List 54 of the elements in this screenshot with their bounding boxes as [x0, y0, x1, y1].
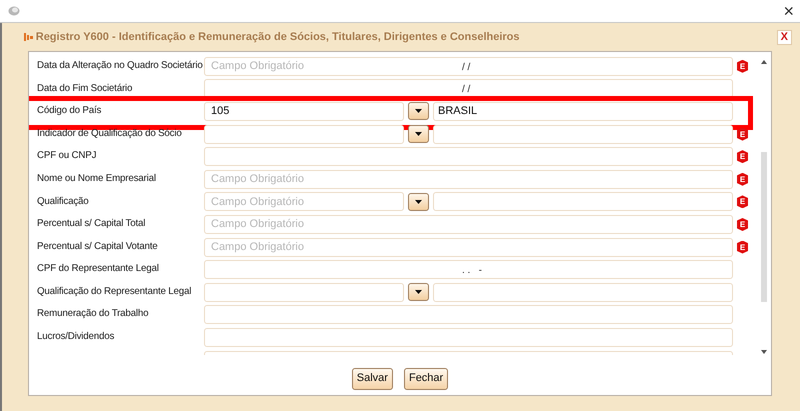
action-button[interactable]: Salvar [352, 368, 393, 390]
error-marker: E [737, 172, 748, 186]
input-field[interactable] [204, 305, 733, 324]
field-label: Data da Alteração no Quadro Societário [37, 58, 204, 73]
error-marker: E [737, 218, 748, 231]
description-field[interactable] [433, 282, 733, 302]
input-field[interactable]: Campo Obrigatório [204, 238, 733, 257]
field-label: Percentual s/ Capital Votante [37, 240, 159, 254]
field-label: Percentual s/ Capital Total [37, 217, 146, 232]
close-button[interactable]: × [777, 2, 800, 20]
caret-icon [415, 290, 422, 294]
input-mask: . . - [462, 264, 482, 278]
caret-icon [415, 132, 422, 136]
error-marker: E [737, 150, 748, 164]
code-field[interactable] [204, 282, 404, 302]
field-label: Qualificação do Representante Legal [37, 284, 192, 299]
dropdown-button[interactable] [408, 125, 429, 144]
description-field[interactable] [433, 192, 733, 212]
field-label: CPF do Representante Legal [37, 262, 160, 276]
code-field[interactable]: Campo Obrigatório [204, 192, 404, 212]
close-button[interactable]: X [776, 30, 792, 44]
error-marker: E [737, 240, 748, 254]
input-field[interactable] [204, 328, 733, 347]
scroll-down-icon[interactable] [760, 349, 768, 355]
field-label: CPF ou CNPJ [37, 149, 98, 164]
field-label: Qualificação [37, 194, 90, 209]
input-field[interactable]: Campo Obrigatório [204, 170, 733, 189]
action-button[interactable]: Fechar [404, 368, 448, 390]
input-field[interactable] [204, 147, 733, 166]
dropdown-button[interactable] [408, 102, 429, 120]
scroll-up-icon[interactable] [760, 59, 768, 65]
dropdown-button[interactable] [408, 192, 429, 211]
field-label: Remuneração do Trabalho [37, 307, 150, 322]
panel-icon [24, 33, 33, 41]
description-field[interactable] [433, 124, 733, 144]
error-marker: E [737, 60, 748, 73]
caret-icon [415, 109, 422, 114]
input-field[interactable]: Campo Obrigatório [204, 214, 733, 234]
dropdown-button[interactable] [408, 283, 429, 302]
description-field[interactable]: BRASIL [433, 102, 733, 121]
dialog-title: Registro Y600 - Identificação e Remuneração de Sócios, Titulares, Dirigentes e Conselheiros [36, 30, 520, 45]
field-label: Indicador de Qualificação do Sócio [37, 126, 183, 141]
field-label: Data do Fim Societário [37, 82, 134, 96]
field-label: Nome ou Nome Empresarial [37, 172, 157, 186]
input-mask: / / [462, 83, 470, 98]
input-field[interactable] [204, 260, 733, 280]
caret-icon [415, 200, 422, 204]
field-label: Código do País [37, 104, 102, 118]
error-marker: E [737, 195, 748, 208]
code-field[interactable] [204, 124, 404, 144]
app-icon [8, 6, 20, 16]
code-field[interactable]: 105 [204, 102, 404, 121]
field-label: Lucros/Dividendos [37, 330, 116, 344]
input-mask: / / [462, 60, 470, 75]
